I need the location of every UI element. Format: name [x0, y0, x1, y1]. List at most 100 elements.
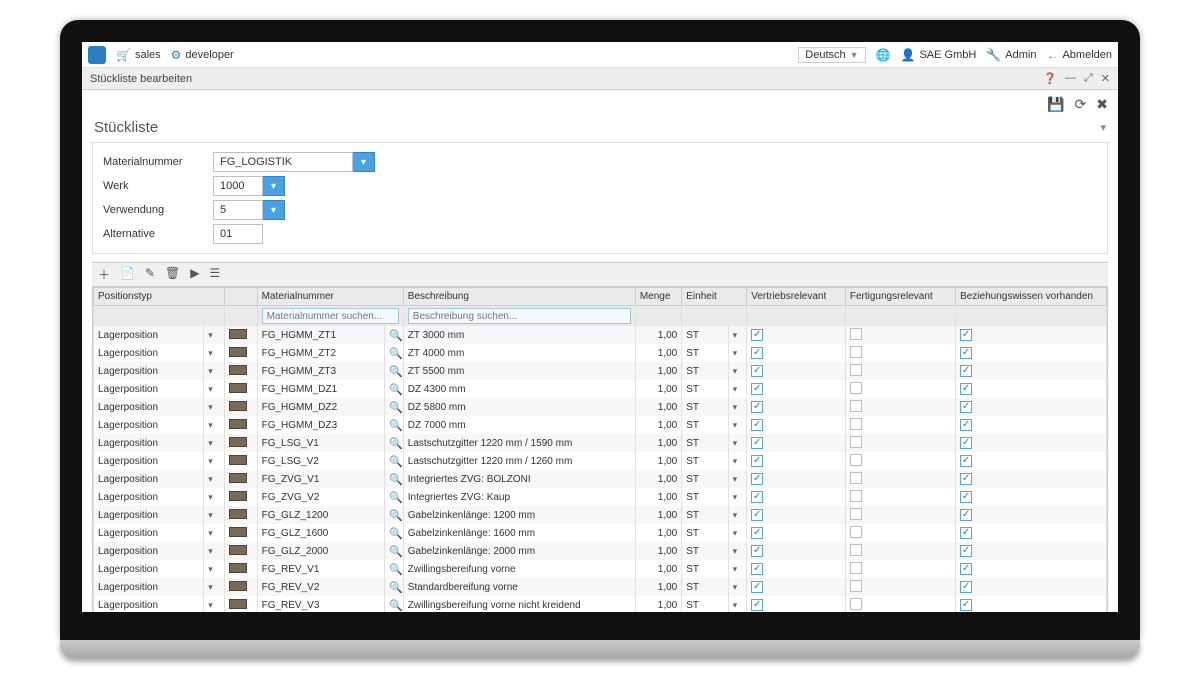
positionstyp-dropdown-icon[interactable]: ▾ — [208, 474, 213, 484]
filter-beschreibung[interactable] — [408, 308, 631, 324]
search-material-icon[interactable]: 🔍 — [389, 510, 403, 522]
search-material-icon[interactable]: 🔍 — [389, 564, 403, 576]
close-form-icon[interactable]: ✖ — [1096, 96, 1108, 113]
positionstyp-dropdown-icon[interactable]: ▾ — [208, 330, 213, 340]
move-row-icon[interactable]: ▶ — [190, 266, 199, 283]
checkbox-icon[interactable]: ✓ — [751, 365, 763, 377]
checkbox-icon[interactable]: ✓ — [960, 527, 972, 539]
einheit-dropdown-icon[interactable]: ▾ — [733, 348, 738, 358]
checkbox-icon[interactable]: ✓ — [751, 455, 763, 467]
einheit-dropdown-icon[interactable]: ▾ — [733, 582, 738, 592]
search-material-icon[interactable]: 🔍 — [389, 528, 403, 540]
einheit-dropdown-icon[interactable]: ▾ — [733, 366, 738, 376]
checkbox-icon[interactable]: ✓ — [960, 419, 972, 431]
thumbnail-icon[interactable] — [229, 437, 247, 447]
checkbox-icon[interactable]: ✓ — [751, 401, 763, 413]
checkbox-icon[interactable]: ✓ — [751, 545, 763, 557]
col-einheit[interactable]: Einheit — [682, 288, 747, 306]
section-collapse-icon[interactable]: ▾ — [1100, 121, 1106, 134]
positionstyp-dropdown-icon[interactable]: ▾ — [208, 366, 213, 376]
search-material-icon[interactable]: 🔍 — [389, 366, 403, 378]
search-material-icon[interactable]: 🔍 — [389, 456, 403, 468]
minimize-icon[interactable]: — — [1065, 72, 1076, 85]
search-material-icon[interactable]: 🔍 — [389, 348, 403, 360]
checkbox-icon[interactable] — [850, 328, 862, 340]
checkbox-icon[interactable]: ✓ — [960, 491, 972, 503]
einheit-dropdown-icon[interactable]: ▾ — [733, 384, 738, 394]
checkbox-icon[interactable]: ✓ — [751, 509, 763, 521]
input-verwendung[interactable] — [213, 200, 263, 220]
checkbox-icon[interactable] — [850, 490, 862, 502]
einheit-dropdown-icon[interactable]: ▾ — [733, 330, 738, 340]
checkbox-icon[interactable]: ✓ — [960, 599, 972, 611]
company-menu[interactable]: 👤 SAE GmbH — [901, 48, 977, 62]
edit-row-icon[interactable]: ✎ — [145, 266, 155, 283]
copy-row-icon[interactable]: 📄 — [120, 266, 135, 283]
table-row[interactable]: Lagerposition▾FG_HGMM_DZ1🔍DZ 4300 mm1,00… — [94, 380, 1107, 398]
positionstyp-dropdown-icon[interactable]: ▾ — [208, 420, 213, 430]
checkbox-icon[interactable]: ✓ — [960, 365, 972, 377]
table-row[interactable]: Lagerposition▾FG_GLZ_1600🔍Gabelzinkenlän… — [94, 524, 1107, 542]
checkbox-icon[interactable]: ✓ — [960, 437, 972, 449]
table-row[interactable]: Lagerposition▾FG_GLZ_2000🔍Gabelzinkenlän… — [94, 542, 1107, 560]
logout-button[interactable]: ← Abmelden — [1046, 48, 1112, 62]
col-positionstyp[interactable]: Positionstyp — [94, 288, 225, 306]
checkbox-icon[interactable]: ✓ — [751, 581, 763, 593]
search-material-icon[interactable]: 🔍 — [389, 582, 403, 594]
delete-row-icon[interactable]: 🗑 — [165, 266, 180, 283]
positionstyp-dropdown-icon[interactable]: ▾ — [208, 402, 213, 412]
thumbnail-icon[interactable] — [229, 383, 247, 393]
checkbox-icon[interactable]: ✓ — [960, 509, 972, 521]
checkbox-icon[interactable] — [850, 472, 862, 484]
col-menge[interactable]: Menge — [635, 288, 681, 306]
col-beziehungswissen[interactable]: Beziehungswissen vorhanden — [956, 288, 1107, 306]
search-material-icon[interactable]: 🔍 — [389, 402, 403, 414]
table-row[interactable]: Lagerposition▾FG_GLZ_1200🔍Gabelzinkenlän… — [94, 506, 1107, 524]
positionstyp-dropdown-icon[interactable]: ▾ — [208, 582, 213, 592]
checkbox-icon[interactable]: ✓ — [960, 347, 972, 359]
thumbnail-icon[interactable] — [229, 455, 247, 465]
checkbox-icon[interactable]: ✓ — [751, 383, 763, 395]
nav-sales[interactable]: 🛒 sales — [116, 48, 161, 62]
table-row[interactable]: Lagerposition▾FG_HGMM_ZT3🔍ZT 5500 mm1,00… — [94, 362, 1107, 380]
table-row[interactable]: Lagerposition▾FG_LSG_V2🔍Lastschutzgitter… — [94, 452, 1107, 470]
input-werk[interactable] — [213, 176, 263, 196]
checkbox-icon[interactable]: ✓ — [751, 563, 763, 575]
maximize-icon[interactable]: ⤢ — [1084, 72, 1093, 85]
einheit-dropdown-icon[interactable]: ▾ — [733, 420, 738, 430]
einheit-dropdown-icon[interactable]: ▾ — [733, 528, 738, 538]
thumbnail-icon[interactable] — [229, 401, 247, 411]
table-row[interactable]: Lagerposition▾FG_ZVG_V2🔍Integriertes ZVG… — [94, 488, 1107, 506]
checkbox-icon[interactable] — [850, 382, 862, 394]
search-material-icon[interactable]: 🔍 — [389, 420, 403, 432]
checkbox-icon[interactable] — [850, 508, 862, 520]
table-row[interactable]: Lagerposition▾FG_HGMM_DZ2🔍DZ 5800 mm1,00… — [94, 398, 1107, 416]
thumbnail-icon[interactable] — [229, 527, 247, 537]
thumbnail-icon[interactable] — [229, 599, 247, 609]
einheit-dropdown-icon[interactable]: ▾ — [733, 546, 738, 556]
refresh-icon[interactable]: ⟳ — [1075, 96, 1087, 113]
search-material-icon[interactable]: 🔍 — [389, 492, 403, 504]
thumbnail-icon[interactable] — [229, 419, 247, 429]
admin-menu[interactable]: 🔧 Admin — [986, 48, 1036, 62]
col-fertigungsrelevant[interactable]: Fertigungsrelevant — [845, 288, 955, 306]
add-row-icon[interactable]: ＋ — [98, 266, 110, 283]
checkbox-icon[interactable]: ✓ — [751, 491, 763, 503]
checkbox-icon[interactable]: ✓ — [960, 473, 972, 485]
checkbox-icon[interactable]: ✓ — [960, 401, 972, 413]
filter-materialnummer[interactable] — [262, 308, 399, 324]
search-material-icon[interactable]: 🔍 — [389, 330, 403, 342]
col-beschreibung[interactable]: Beschreibung — [403, 288, 635, 306]
checkbox-icon[interactable] — [850, 562, 862, 574]
checkbox-icon[interactable] — [850, 364, 862, 376]
nav-developer[interactable]: ⚙ developer — [171, 48, 234, 62]
positionstyp-dropdown-icon[interactable]: ▾ — [208, 348, 213, 358]
thumbnail-icon[interactable] — [229, 581, 247, 591]
table-row[interactable]: Lagerposition▾FG_HGMM_DZ3🔍DZ 7000 mm1,00… — [94, 416, 1107, 434]
col-vertriebsrelevant[interactable]: Vertriebsrelevant — [747, 288, 846, 306]
help-icon[interactable]: ❓ — [1043, 72, 1057, 85]
thumbnail-icon[interactable] — [229, 491, 247, 501]
checkbox-icon[interactable]: ✓ — [751, 347, 763, 359]
checkbox-icon[interactable] — [850, 418, 862, 430]
thumbnail-icon[interactable] — [229, 509, 247, 519]
